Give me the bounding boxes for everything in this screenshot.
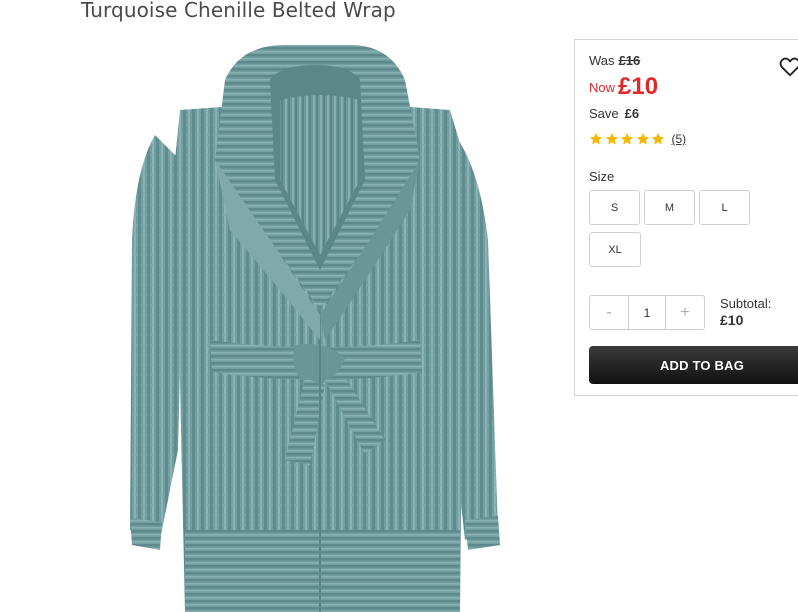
size-option-l[interactable]: L <box>699 190 750 225</box>
add-to-bag-button[interactable]: ADD TO BAG <box>589 346 798 384</box>
purchase-panel: Was £16 Now £10 Save £6 (5) Size S M L XL -… <box>574 39 798 396</box>
current-price: £10 <box>618 73 659 100</box>
star-icon <box>636 132 649 145</box>
quantity-input[interactable]: 1 <box>628 296 666 329</box>
rating-stars: (5) <box>589 132 686 146</box>
decrease-quantity-button[interactable]: - <box>590 296 628 329</box>
increase-quantity-button[interactable]: + <box>666 296 704 329</box>
star-icon <box>605 132 618 145</box>
product-title: Turquoise Chenille Belted Wrap <box>81 0 396 22</box>
size-option-xl[interactable]: XL <box>589 232 641 267</box>
was-price: Was £16 <box>589 53 640 68</box>
now-label: Now <box>589 80 616 95</box>
heart-icon[interactable] <box>779 56 798 78</box>
save-amount: Save £6 <box>589 106 639 121</box>
size-label: Size <box>589 169 615 184</box>
old-price: £16 <box>618 53 641 68</box>
now-price: Now £10 <box>589 73 658 101</box>
subtotal-amount: £10 <box>720 312 744 328</box>
review-count-link[interactable]: (5) <box>672 132 687 146</box>
save-value: £6 <box>624 106 640 121</box>
star-icon <box>589 132 603 145</box>
size-option-s[interactable]: S <box>589 190 640 225</box>
subtotal: Subtotal: £10 <box>720 296 771 328</box>
product-image <box>120 40 520 612</box>
save-label: Save <box>589 106 619 121</box>
was-label: Was <box>589 53 615 68</box>
quantity-stepper: - 1 + <box>589 295 705 330</box>
size-option-m[interactable]: M <box>644 190 695 225</box>
star-icon <box>620 132 634 145</box>
subtotal-label: Subtotal: <box>720 296 772 311</box>
star-icon <box>651 132 665 145</box>
